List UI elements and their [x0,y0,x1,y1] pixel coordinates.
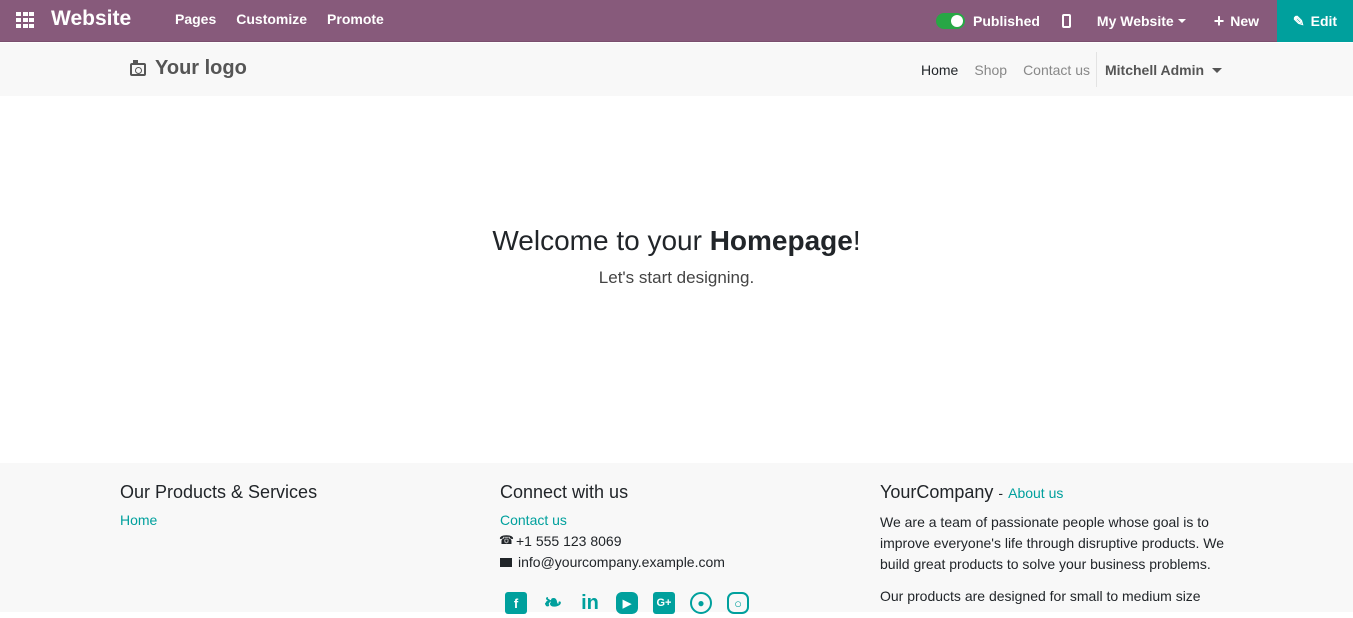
nav-home[interactable]: Home [921,62,958,78]
phone-icon [499,533,514,547]
site-footer: Our Products & Services Home Connect wit… [0,463,1353,615]
menu-customize[interactable]: Customize [236,11,307,27]
envelope-icon [500,557,512,567]
title-separator: - [998,485,1004,501]
nav-shop[interactable]: Shop [974,62,1007,78]
facebook-icon[interactable]: f [505,592,527,614]
social-links: f ❧ in ▶ G+ ● ○ [505,590,764,615]
edit-label: Edit [1310,13,1338,29]
topbar-actions: Published My Website + New ✎ Edit [936,0,1353,42]
top-menu: Pages Customize Promote [175,11,404,27]
github-icon[interactable]: ● [690,592,712,614]
phone-text: +1 555 123 8069 [516,533,622,549]
app-title: Website [51,7,132,30]
hero-subtitle: Let's start designing. [598,268,755,287]
site-header: Your logo Home Shop Contact us Mitchell … [0,43,1353,96]
google-plus-icon[interactable]: G+ [653,592,675,614]
footer-company-title: YourCompany - About us [880,482,1230,503]
my-website-dropdown[interactable]: My Website [1097,13,1186,29]
instagram-icon[interactable]: ○ [727,592,749,614]
caret-down-icon [1212,67,1223,73]
logo-text: Your logo [155,57,247,79]
nav-contact-us[interactable]: Contact us [1023,62,1090,78]
about-us-link[interactable]: About us [1008,485,1063,501]
footer-col-company: YourCompany - About us We are a team of … [880,482,1230,618]
footer-link-home[interactable]: Home [120,512,470,528]
company-description-2: Our products are designed for small to m… [880,588,1201,604]
caret-down-icon [1177,19,1186,23]
published-toggle[interactable] [936,13,966,29]
pencil-icon: ✎ [1292,12,1305,29]
my-website-label: My Website [1096,13,1174,29]
toggle-knob [951,15,964,27]
admin-topbar: Website Pages Customize Promote Publishe… [0,0,1353,42]
twitter-icon[interactable]: ❧ [542,590,564,615]
site-logo[interactable]: Your logo [130,57,247,80]
footer-email: info@yourcompany.example.com [500,554,850,570]
published-label: Published [973,13,1040,29]
edit-button[interactable]: ✎ Edit [1277,0,1353,42]
user-menu[interactable]: Mitchell Admin [1105,62,1223,78]
footer-connect-title: Connect with us [500,482,629,502]
youtube-icon[interactable]: ▶ [616,592,638,614]
hero-title: Welcome to your Homepage! [0,225,1353,257]
hero-section: Welcome to your Homepage! Let's start de… [0,96,1353,463]
plus-icon: + [1213,11,1225,31]
camera-icon [130,60,146,76]
mobile-preview-icon[interactable] [1061,14,1071,28]
menu-promote[interactable]: Promote [327,11,384,27]
footer-phone: +1 555 123 8069 [499,533,850,550]
new-label: New [1230,13,1259,29]
hero-title-prefix: Welcome to your [492,225,710,256]
site-nav: Home Shop Contact us [921,62,1106,78]
nav-divider [1096,52,1097,87]
linkedin-icon[interactable]: in [579,592,601,614]
hero-title-suffix: ! [852,225,861,256]
footer-col-connect: Connect with us Contact us +1 555 123 80… [499,482,850,575]
footer-products-title: Our Products & Services [120,482,318,502]
new-button[interactable]: + New [1213,11,1259,31]
footer-col-products: Our Products & Services Home [120,482,470,533]
menu-pages[interactable]: Pages [175,11,216,27]
email-text: info@yourcompany.example.com [518,554,725,570]
hero-title-bold: Homepage [709,225,853,256]
company-name: YourCompany [880,482,994,502]
apps-grid-icon[interactable] [16,12,34,28]
footer-link-contact[interactable]: Contact us [500,512,850,528]
company-description: We are a team of passionate people whose… [880,514,1225,572]
user-name: Mitchell Admin [1105,62,1205,78]
